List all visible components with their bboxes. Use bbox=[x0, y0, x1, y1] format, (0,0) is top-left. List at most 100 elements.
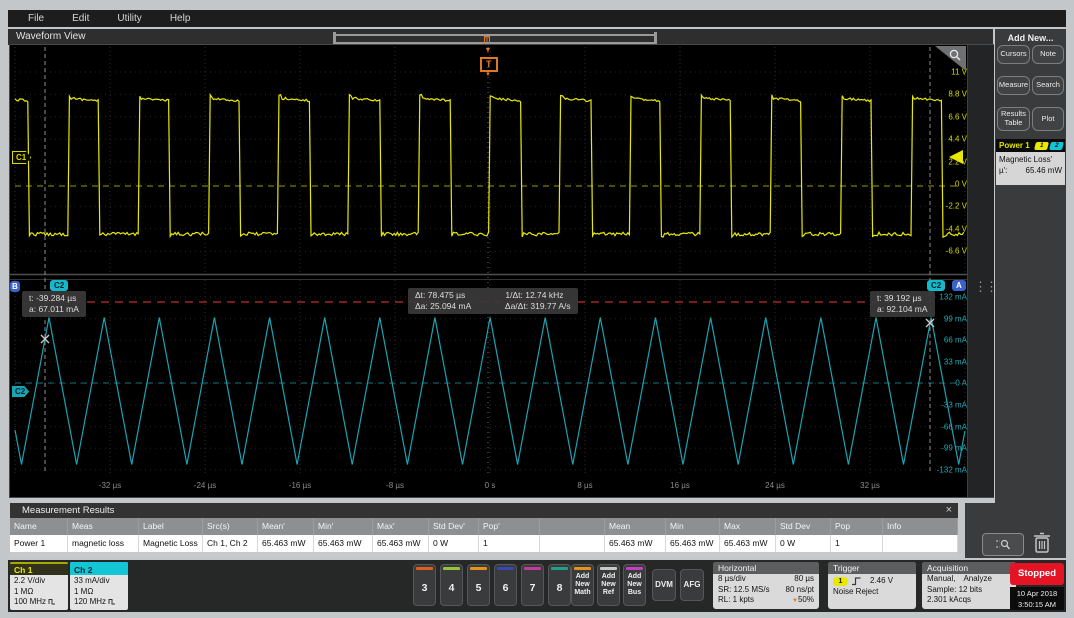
time-axis-label: 32 µs bbox=[860, 481, 880, 490]
ch2-badge[interactable]: Ch 2 33 mA/div 1 MΩ 120 MHz bbox=[70, 562, 128, 610]
ch2-scale-label: 99 mA bbox=[944, 314, 967, 323]
record-length: RL: 1 kpts bbox=[718, 595, 754, 607]
results-cell: 65.463 mW bbox=[605, 535, 666, 552]
channel-3-button[interactable]: 3 bbox=[413, 564, 436, 606]
acquisition-analyze: Analyze bbox=[963, 574, 991, 585]
power1-result-value: 65.46 mW bbox=[1026, 166, 1062, 175]
trigger-position-marker[interactable]: ▼ T ▼ bbox=[480, 47, 496, 79]
add-new-label: Add New... bbox=[995, 33, 1066, 43]
bandwidth-icon bbox=[108, 598, 116, 605]
pane-splitter-grip[interactable]: ⋮⋮ bbox=[974, 283, 996, 290]
channel-buttons-group: 345678 bbox=[413, 564, 571, 606]
channel-7-button[interactable]: 7 bbox=[521, 564, 544, 606]
add-color-stripe bbox=[626, 567, 643, 570]
cursor-b-amplitude: a: 92.104 mA bbox=[877, 304, 928, 315]
power1-badge[interactable]: Power 1 1 2 bbox=[996, 139, 1065, 152]
search-button[interactable]: Search bbox=[1032, 76, 1064, 95]
ch2-impedance: 1 MΩ bbox=[74, 587, 128, 598]
time-axis-label: 8 µs bbox=[577, 481, 592, 490]
bandwidth-icon bbox=[48, 598, 56, 605]
results-header-cell bbox=[540, 518, 605, 535]
acquisition-panel[interactable]: Acquisition Manual,Analyze Sample: 12 bi… bbox=[922, 562, 1016, 609]
cursor-a-time: t: -39.284 µs bbox=[29, 293, 79, 304]
datetime-display: 10 Apr 2018 3:50:15 AM bbox=[1010, 587, 1064, 610]
trigger-level: 2.46 V bbox=[870, 576, 893, 587]
menu-edit[interactable]: Edit bbox=[72, 13, 89, 24]
power1-src1-swatch: 1 bbox=[1034, 142, 1049, 150]
menu-bar: File Edit Utility Help bbox=[8, 10, 1066, 27]
bus-badge[interactable]: B bbox=[10, 281, 20, 292]
ch2-pane-badge-right[interactable]: C2 bbox=[927, 280, 945, 291]
add-new-math-button[interactable]: AddNewMath bbox=[571, 564, 594, 606]
pan-bar-right-bracket[interactable] bbox=[654, 32, 657, 46]
menu-utility[interactable]: Utility bbox=[117, 13, 141, 24]
horizontal-panel[interactable]: Horizontal 8 µs/div80 µs SR: 12.5 MS/s80… bbox=[713, 562, 819, 609]
results-header-cell: Min bbox=[666, 518, 720, 535]
waveform-view-title: Waveform View bbox=[16, 31, 85, 42]
channel-5-button[interactable]: 5 bbox=[467, 564, 490, 606]
trigger-title: Trigger bbox=[828, 562, 916, 574]
menu-file[interactable]: File bbox=[28, 13, 44, 24]
pan-zoom-bar[interactable]: T ▼ bbox=[335, 34, 655, 44]
delete-button[interactable] bbox=[1032, 531, 1052, 555]
time-label: 3:50:15 AM bbox=[1010, 599, 1064, 610]
menu-help[interactable]: Help bbox=[170, 13, 191, 24]
plot-button[interactable]: Plot bbox=[1032, 107, 1064, 131]
measure-button[interactable]: Measure bbox=[997, 76, 1030, 95]
channel-8-button[interactable]: 8 bbox=[548, 564, 571, 606]
time-axis-label: -8 µs bbox=[386, 481, 404, 490]
ch2-pane-badge[interactable]: C2 bbox=[50, 280, 68, 291]
ch2-scale-label: 0 A bbox=[955, 379, 967, 388]
add-new-bus-button[interactable]: AddNewBus bbox=[623, 564, 646, 606]
trigger-arrow-icon: ▼ bbox=[480, 47, 496, 54]
pan-bar-left-bracket[interactable] bbox=[333, 32, 336, 46]
close-icon[interactable]: × bbox=[946, 503, 952, 518]
horizontal-window: 80 µs bbox=[794, 574, 814, 585]
results-header-cell: Max' bbox=[373, 518, 429, 535]
results-header-cell: Std Dev' bbox=[429, 518, 479, 535]
ch1-scale-label: 2.2 V bbox=[948, 157, 967, 166]
run-stop-button[interactable]: Stopped bbox=[1010, 563, 1064, 585]
ch1-badge-title: Ch 1 bbox=[10, 562, 68, 575]
results-header-cell: Pop bbox=[831, 518, 883, 535]
channel-color-stripe bbox=[416, 567, 433, 570]
trash-icon bbox=[1032, 531, 1052, 555]
results-table-button[interactable]: Results Table bbox=[997, 107, 1030, 131]
cursors-button[interactable]: Cursors bbox=[997, 45, 1030, 64]
note-button[interactable]: Note bbox=[1032, 45, 1064, 64]
channel-6-button[interactable]: 6 bbox=[494, 564, 517, 606]
acquisition-count: 2.301 kAcqs bbox=[927, 595, 971, 606]
results-cell: 65.463 mW bbox=[373, 535, 429, 552]
horizontal-scale: 8 µs/div bbox=[718, 574, 746, 585]
trigger-panel[interactable]: Trigger 1 2.46 V Noise Reject bbox=[828, 562, 916, 609]
measurement-annotation-button[interactable] bbox=[982, 533, 1024, 556]
results-cell: 0 W bbox=[776, 535, 831, 552]
ch1-scale-label: 6.6 V bbox=[948, 112, 967, 121]
results-header-cell: Pop' bbox=[479, 518, 540, 535]
results-header-cell: Info bbox=[883, 518, 958, 535]
results-cell: 65.463 mW bbox=[720, 535, 776, 552]
results-cell: 1 bbox=[479, 535, 540, 552]
time-axis-label: 0 s bbox=[485, 481, 496, 490]
results-header-cell: Mean' bbox=[258, 518, 314, 535]
waveform-view-header: Waveform View T ▼ bbox=[8, 29, 993, 45]
delta-amplitude: Δa: 25.094 mA bbox=[415, 301, 503, 312]
results-header-cell: Max bbox=[720, 518, 776, 535]
horizontal-position: 50% bbox=[798, 595, 814, 604]
afg-button[interactable]: AFG bbox=[680, 569, 704, 601]
a-badge[interactable]: A bbox=[952, 280, 966, 291]
pane-scrollbar-strip[interactable]: ⋮⋮ bbox=[967, 45, 994, 497]
dvm-button[interactable]: DVM bbox=[652, 569, 676, 601]
channel-color-stripe bbox=[524, 567, 541, 570]
time-axis-label: -24 µs bbox=[194, 481, 216, 490]
ch1-badge[interactable]: Ch 1 2.2 V/div 1 MΩ 100 MHz bbox=[10, 562, 68, 610]
results-cell: 1 bbox=[831, 535, 883, 552]
add-new-ref-button[interactable]: AddNewRef bbox=[597, 564, 620, 606]
ch2-scale-label: -132 mA bbox=[937, 465, 967, 474]
oscilloscope-screen: File Edit Utility Help Waveform View T ▼… bbox=[0, 0, 1074, 618]
results-data-row[interactable]: Power 1magnetic lossMagnetic LossCh 1, C… bbox=[10, 535, 958, 552]
channel-4-button[interactable]: 4 bbox=[440, 564, 463, 606]
ch1-scale: 2.2 V/div bbox=[14, 576, 68, 587]
ch2-scale-label: -33 mA bbox=[941, 401, 967, 410]
power1-result-panel[interactable]: Magnetic Loss' µ': 65.46 mW bbox=[996, 152, 1065, 185]
